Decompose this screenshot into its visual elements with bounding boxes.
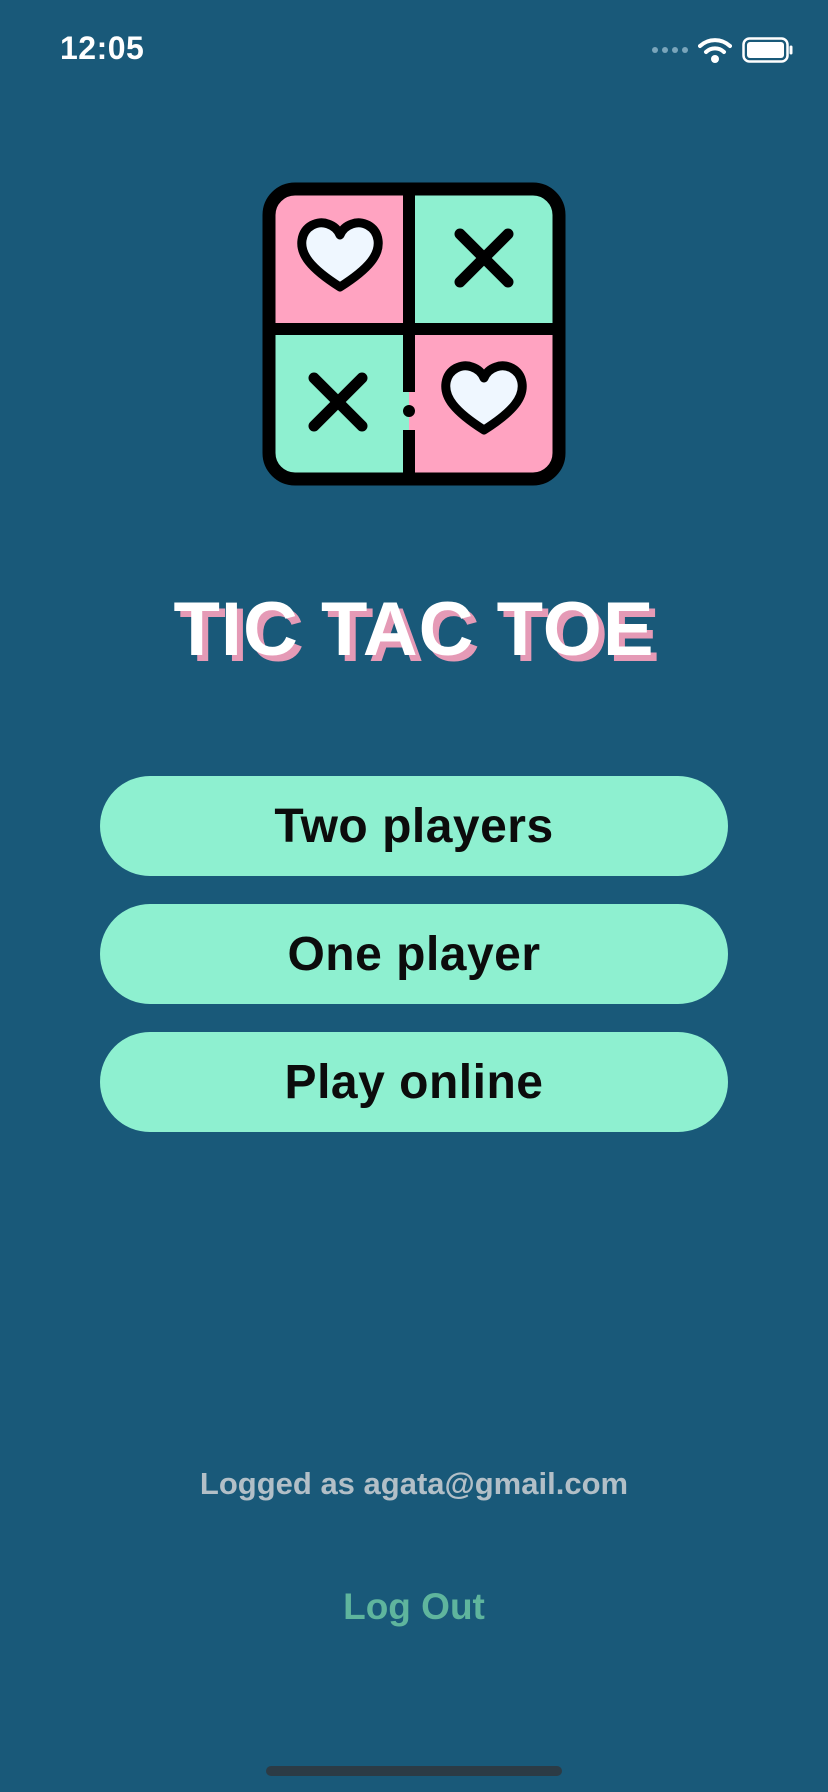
battery-icon [742, 37, 793, 63]
one-player-button[interactable]: One player [100, 904, 728, 1004]
cellular-signal-icon [652, 47, 688, 53]
tic-tac-toe-logo-icon [262, 182, 566, 486]
logout-button[interactable]: Log Out [0, 1586, 828, 1628]
home-indicator[interactable] [266, 1766, 562, 1776]
play-online-button[interactable]: Play online [100, 1032, 728, 1132]
home-screen: 12:05 TIC TAC TOE Two players One player… [0, 0, 828, 1792]
app-title: TIC TAC TOE [173, 587, 655, 672]
two-players-button[interactable]: Two players [100, 776, 728, 876]
status-icons [652, 34, 794, 66]
wifi-icon [698, 38, 732, 63]
logged-as-label: Logged as agata@gmail.com [199, 1466, 629, 1501]
status-time: 12:05 [60, 30, 145, 66]
